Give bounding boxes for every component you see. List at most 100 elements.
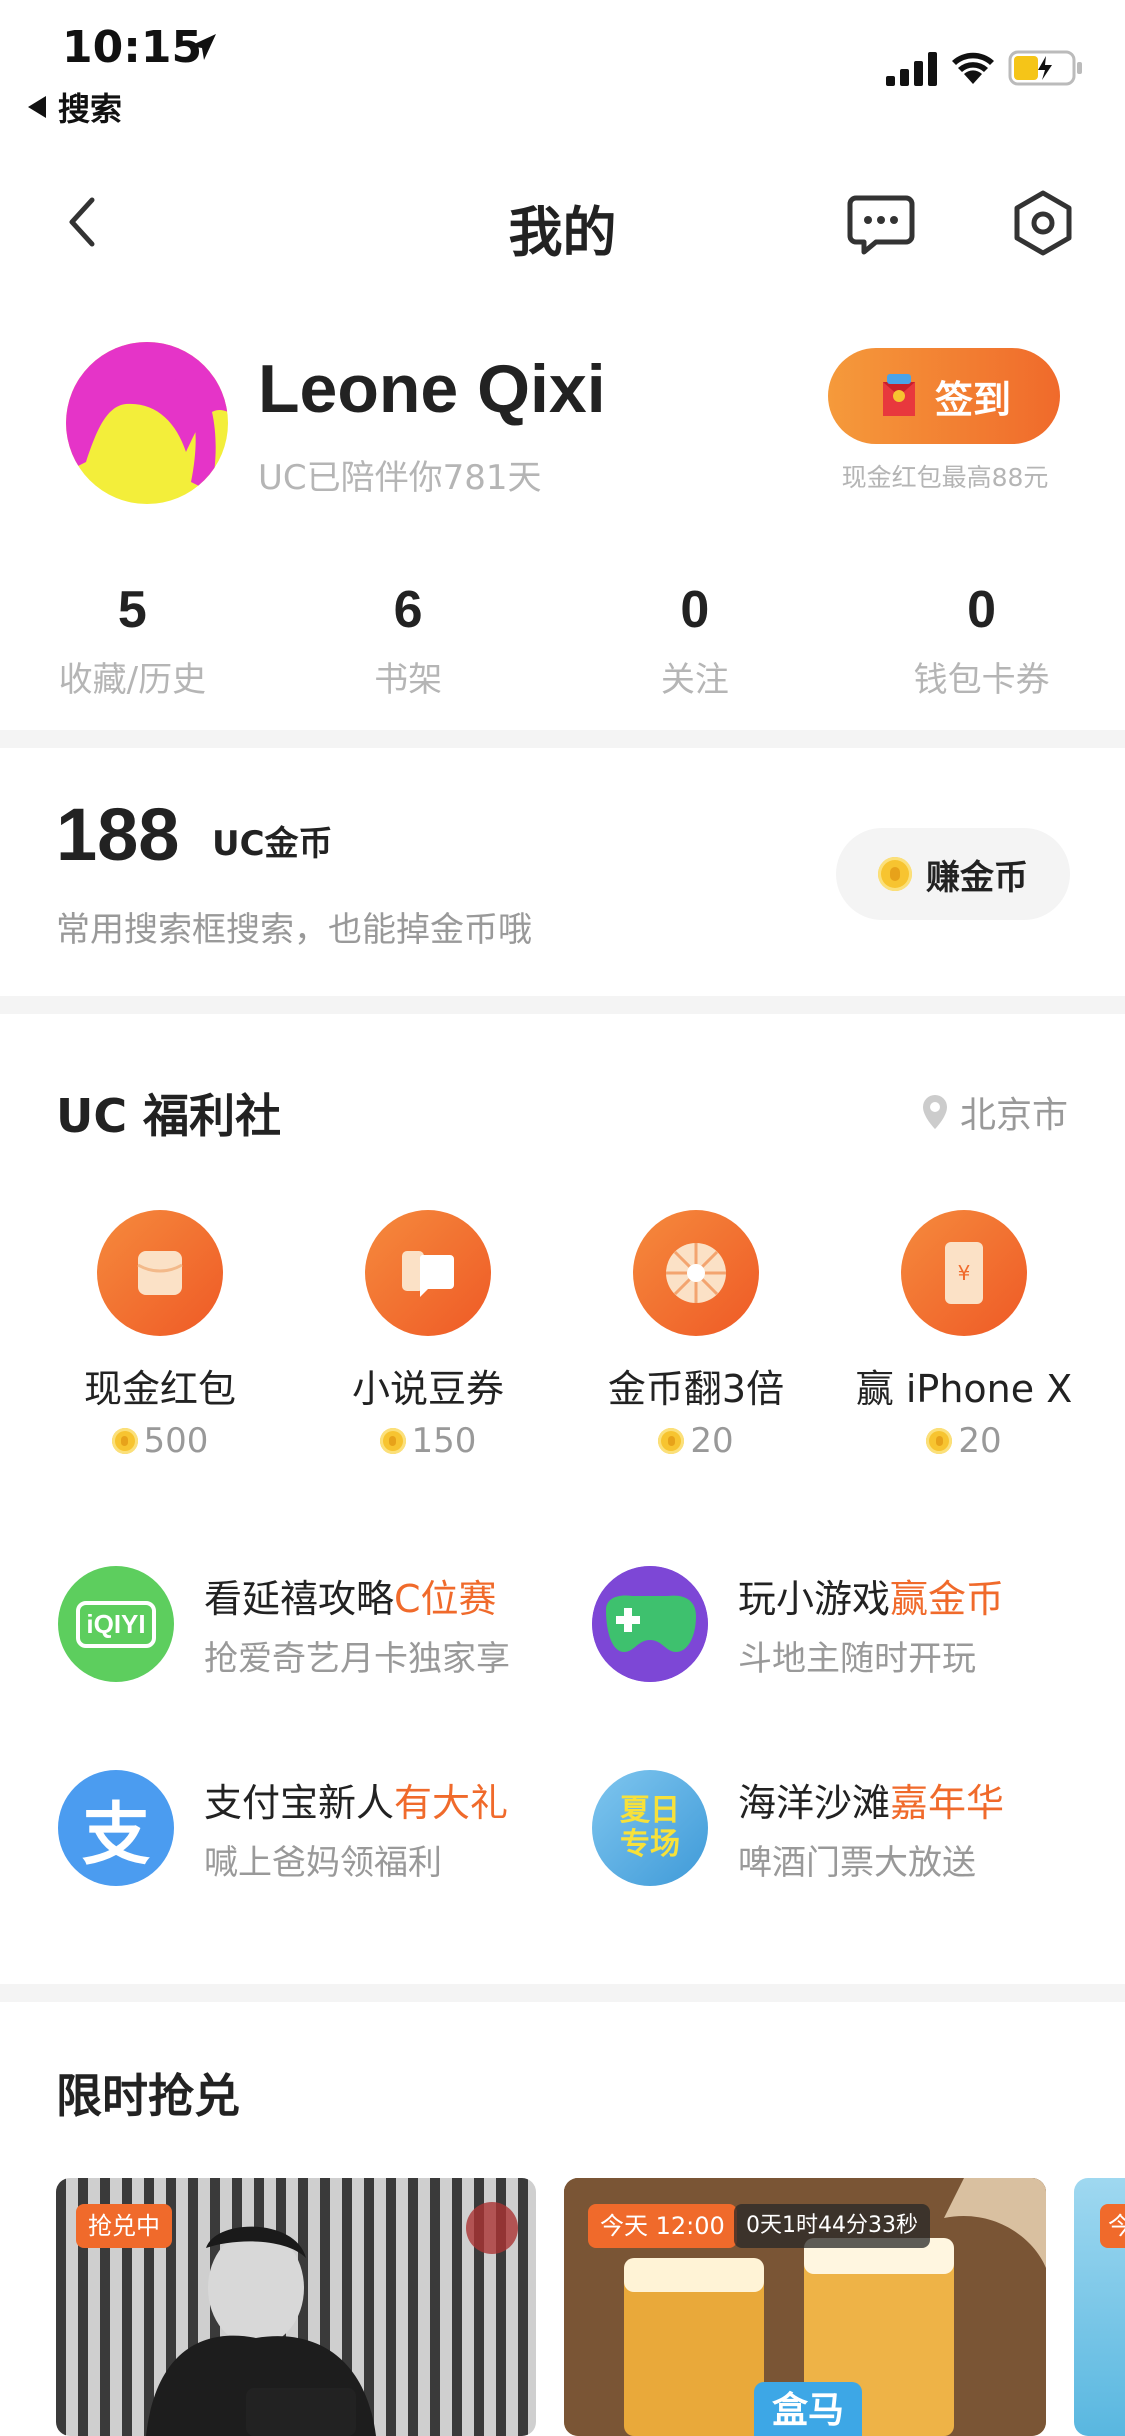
alipay-icon: 支 — [58, 1770, 174, 1886]
welfare-item-label: 小说豆券 — [351, 1367, 504, 1411]
days-companion-text: UC已陪伴你781天 — [258, 458, 542, 498]
welfare-item-points: 20 — [562, 1421, 830, 1461]
section-divider — [0, 1984, 1125, 2002]
signal-icon — [886, 52, 937, 86]
promo-title-main: 玩小游戏 — [738, 1577, 891, 1621]
username: Leone Qixi — [258, 351, 606, 427]
points-value: 500 — [143, 1421, 209, 1461]
welfare-item-win-iphone[interactable]: ¥ 赢 iPhone X 20 — [830, 1210, 1098, 1461]
checkin-note: 现金红包最高88元 — [841, 463, 1049, 492]
promo-title-highlight: 赢金币 — [890, 1577, 1005, 1621]
start-time-badge: 今天 12:00 — [588, 2204, 737, 2248]
stat-favorites-history[interactable]: 5 收藏/历史 — [0, 580, 265, 701]
welfare-grid: 现金红包 500 小说豆券 150 金币翻3倍 20 ¥ 赢 iPhone X … — [0, 1210, 1125, 1461]
welfare-item-label: 赢 iPhone X — [855, 1367, 1073, 1411]
welfare-item-novel-ticket[interactable]: 小说豆券 150 — [294, 1210, 562, 1461]
promo-title-main: 支付宝新人 — [204, 1781, 395, 1825]
iqiyi-logo-text: iQIYI — [76, 1600, 156, 1648]
promo-title-highlight: 嘉年华 — [890, 1781, 1005, 1825]
stat-number: 0 — [680, 581, 710, 639]
flash-card[interactable]: 今天 12:00 0天1时44分33秒 盒马 — [564, 2178, 1046, 2436]
location-pin-icon — [923, 1095, 947, 1129]
promo-subtitle: 喊上爸妈领福利 — [204, 1843, 442, 1883]
envelope-icon — [97, 1210, 223, 1336]
points-value: 20 — [958, 1421, 1002, 1461]
coin-icon — [878, 857, 912, 891]
nav-bar: 我的 — [0, 170, 1125, 280]
promo-title-main: 海洋沙滩 — [738, 1781, 891, 1825]
promo-beach-carnival[interactable]: 夏日 专场 海洋沙滩嘉年华 啤酒门票大放送 — [592, 1770, 1004, 1886]
promo-subtitle: 斗地主随时开玩 — [738, 1639, 976, 1679]
back-triangle-icon — [28, 96, 46, 118]
promo-title: 看延禧攻略C位赛 — [204, 1568, 510, 1623]
stat-label: 关注 — [660, 660, 729, 700]
promo-title-highlight: 有大礼 — [394, 1781, 509, 1825]
coin-icon — [658, 1428, 685, 1454]
earn-coins-label: 赚金币 — [926, 857, 1028, 898]
svg-text:¥: ¥ — [958, 1261, 971, 1285]
earn-coins-button[interactable]: 赚金币 — [836, 828, 1070, 920]
ticket-icon — [365, 1210, 491, 1336]
points-value: 20 — [690, 1421, 734, 1461]
avatar-image — [66, 342, 228, 504]
status-bar: 10:15 搜索 — [0, 0, 1125, 130]
promo-alipay[interactable]: 支 支付宝新人有大礼 喊上爸妈领福利 — [58, 1770, 508, 1886]
alipay-logo-text: 支 — [81, 1795, 150, 1875]
countdown-timer: 0天1时44分33秒 — [734, 2204, 930, 2248]
flash-card[interactable]: 抢兑中 — [56, 2178, 536, 2436]
status-time: 10:15 — [62, 22, 203, 73]
flash-card[interactable]: 今 — [1074, 2178, 1125, 2436]
welfare-item-coin-triple[interactable]: 金币翻3倍 20 — [562, 1210, 830, 1461]
promo-title: 支付宝新人有大礼 — [204, 1772, 508, 1827]
promo-iqiyi[interactable]: iQIYI 看延禧攻略C位赛 抢爱奇艺月卡独家享 — [58, 1566, 510, 1682]
battery-icon — [1008, 50, 1082, 86]
message-icon[interactable] — [846, 190, 916, 260]
promo-subtitle: 抢爱奇艺月卡独家享 — [204, 1639, 510, 1679]
welfare-item-cash-envelope[interactable]: 现金红包 500 — [26, 1210, 294, 1461]
promo-mini-games[interactable]: 玩小游戏赢金币 斗地主随时开玩 — [592, 1566, 1004, 1682]
brand-badge: 盒马 — [754, 2382, 863, 2436]
checkin-label: 签到 — [934, 377, 1011, 422]
welfare-item-label: 现金红包 — [83, 1367, 236, 1411]
summer-icon: 夏日 专场 — [592, 1770, 708, 1886]
coin-icon — [111, 1428, 138, 1454]
stat-number: 0 — [967, 581, 997, 639]
stat-wallet[interactable]: 0 钱包卡券 — [838, 580, 1125, 701]
welfare-item-label: 金币翻3倍 — [607, 1367, 785, 1411]
welfare-item-points: 500 — [26, 1421, 294, 1461]
section-divider — [0, 730, 1125, 748]
welfare-item-points: 20 — [830, 1421, 1098, 1461]
points-value: 150 — [411, 1421, 477, 1461]
promo-subtitle: 啤酒门票大放送 — [738, 1843, 976, 1883]
coin-unit: UC金币 — [212, 824, 333, 864]
gamepad-icon — [592, 1566, 708, 1682]
gear-icon[interactable] — [1008, 188, 1078, 258]
stats-row: 5 收藏/历史 6 书架 0 关注 0 钱包卡券 — [0, 580, 1125, 701]
coin-icon — [379, 1428, 406, 1454]
stat-label: 书架 — [374, 660, 443, 700]
coin-tip: 常用搜索框搜索，也能掉金币哦 — [56, 910, 532, 950]
stat-number: 6 — [393, 581, 423, 639]
phone-icon: ¥ — [901, 1210, 1027, 1336]
promo-title-highlight: C位赛 — [394, 1577, 497, 1621]
flash-exchange-title: 限时抢兑 — [56, 2069, 240, 2123]
welfare-item-points: 150 — [294, 1421, 562, 1461]
avatar[interactable] — [66, 342, 228, 504]
coin-balance: 188 — [56, 793, 180, 876]
back-to-app-button[interactable]: 搜索 — [28, 84, 122, 130]
location-selector[interactable]: 北京市 — [920, 1086, 1068, 1138]
location-arrow-icon — [190, 34, 216, 60]
stat-bookshelf[interactable]: 6 书架 — [265, 580, 552, 701]
promo-title-main: 看延禧攻略 — [204, 1577, 395, 1621]
checkin-button[interactable]: 签到 — [828, 348, 1060, 444]
summer-icon-text-1: 夏日 — [620, 1793, 680, 1828]
red-envelope-icon — [882, 374, 915, 416]
location-label: 北京市 — [960, 1095, 1069, 1136]
stat-following[interactable]: 0 关注 — [552, 580, 839, 701]
page-title: 我的 — [508, 201, 617, 264]
iqiyi-icon: iQIYI — [58, 1566, 174, 1682]
wifi-icon — [952, 52, 994, 84]
stat-label: 钱包卡券 — [913, 660, 1050, 700]
promo-title: 玩小游戏赢金币 — [738, 1568, 1004, 1623]
section-divider — [0, 996, 1125, 1014]
